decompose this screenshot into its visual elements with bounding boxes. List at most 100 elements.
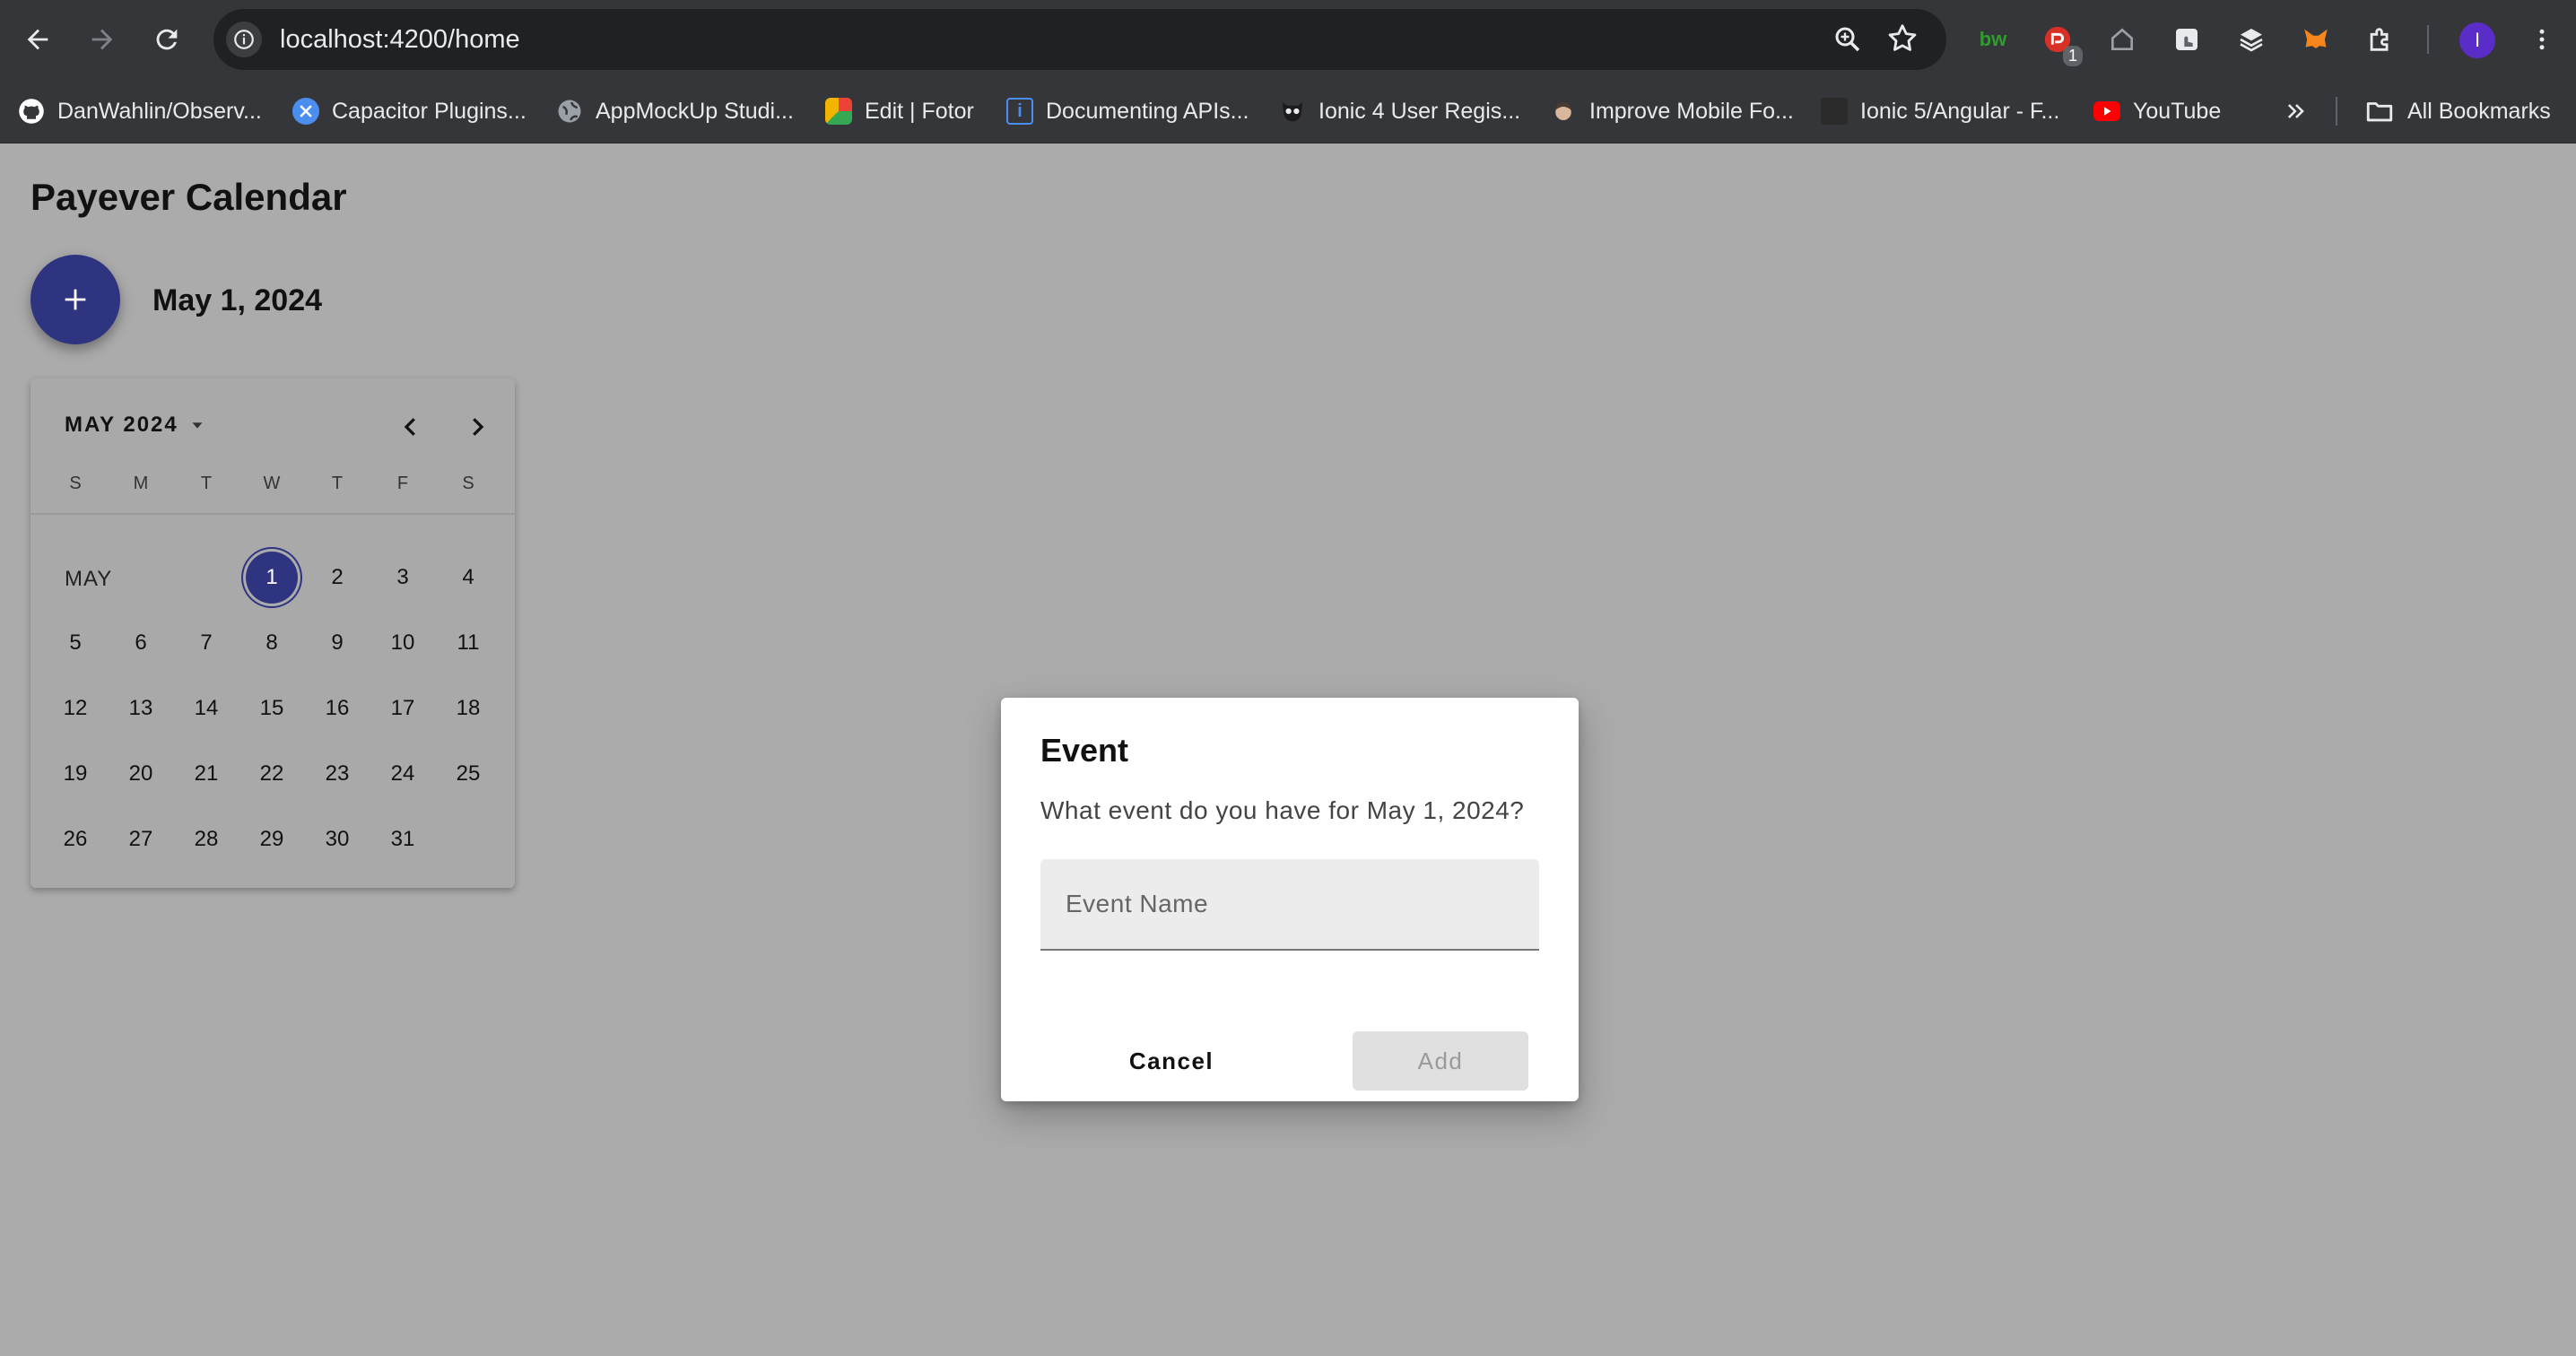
calendar-day[interactable]: 12 <box>47 680 104 737</box>
touch-extension-icon[interactable] <box>2167 20 2206 59</box>
forward-arrow-icon <box>91 29 113 50</box>
event-name-input[interactable] <box>1066 859 1514 949</box>
bitwarden-extension-icon[interactable]: bw <box>1973 20 2013 59</box>
calendar-day[interactable]: 6 <box>112 614 170 672</box>
dialog-title: Event <box>1040 732 1129 769</box>
profile-avatar[interactable]: I <box>2459 22 2495 58</box>
calendar-divider <box>30 513 515 515</box>
bookmark-item[interactable]: Capacitor Plugins... <box>292 79 527 143</box>
calendar-day[interactable]: 8 <box>243 614 300 672</box>
calendar-day[interactable]: 27 <box>112 811 170 868</box>
all-bookmarks-button[interactable]: All Bookmarks <box>2364 79 2551 143</box>
browser-toolbar: localhost:4200/home bw 1 I <box>0 0 2576 79</box>
stack-extension-icon[interactable] <box>2232 20 2271 59</box>
all-bookmarks-label: All Bookmarks <box>2407 98 2551 124</box>
globe-icon <box>556 98 583 125</box>
app-page: Payever Calendar May 1, 2024 MAY 2024 SM… <box>0 143 2576 1356</box>
youtube-icon <box>2093 101 2120 121</box>
bookmark-label: Ionic 5/Angular - F... <box>1860 98 2060 124</box>
bookmark-item[interactable]: YouTube <box>2093 79 2221 143</box>
cancel-button[interactable]: Cancel <box>1062 1031 1281 1091</box>
bookmark-item[interactable]: Ionic 5/Angular - F... <box>1821 79 2059 143</box>
reload-icon <box>156 29 178 50</box>
extensions-puzzle-icon[interactable] <box>2361 20 2400 59</box>
calendar-day[interactable]: 16 <box>309 680 366 737</box>
calendar-day[interactable]: 23 <box>309 745 366 803</box>
calendar-day[interactable]: 14 <box>178 680 235 737</box>
bookmark-label: YouTube <box>2133 98 2222 124</box>
calendar-day[interactable]: 24 <box>374 745 431 803</box>
browser-menu-icon[interactable] <box>2522 20 2562 59</box>
home-extension-icon[interactable] <box>2102 20 2142 59</box>
calendar-day[interactable]: 21 <box>178 745 235 803</box>
calendar-day[interactable]: 10 <box>374 614 431 672</box>
bookmark-item[interactable]: DanWahlin/Observ... <box>18 79 262 143</box>
metamask-extension-icon[interactable] <box>2296 20 2336 59</box>
bookmarks-divider <box>2336 97 2337 126</box>
zoom-icon[interactable] <box>1832 23 1864 60</box>
calendar-day[interactable]: 15 <box>243 680 300 737</box>
bookmark-item[interactable]: i Documenting APIs... <box>1006 79 1249 143</box>
calendar-day-selected[interactable]: 1 <box>246 552 298 604</box>
url-text[interactable]: localhost:4200/home <box>280 9 520 70</box>
weekday-header-row: SMTWTFS <box>30 474 515 500</box>
next-month-button[interactable] <box>456 405 499 448</box>
owl-icon <box>1279 98 1306 125</box>
calendar-day[interactable]: 30 <box>309 811 366 868</box>
calendar-day[interactable]: 25 <box>439 745 497 803</box>
calendar-day[interactable]: 7 <box>178 614 235 672</box>
page-title: Payever Calendar <box>30 176 347 218</box>
calendar-day[interactable]: 19 <box>47 745 104 803</box>
previous-month-button[interactable] <box>389 405 432 448</box>
calendar-day[interactable]: 13 <box>112 680 170 737</box>
calendar-day[interactable]: 28 <box>178 811 235 868</box>
back-arrow-icon <box>27 29 48 50</box>
folder-icon <box>2366 102 2393 122</box>
bookmark-item[interactable]: Improve Mobile Fo... <box>1550 79 1794 143</box>
address-bar[interactable]: localhost:4200/home <box>213 9 1946 70</box>
bookmark-label: DanWahlin/Observ... <box>57 98 262 124</box>
calendar-day[interactable]: 31 <box>374 811 431 868</box>
extension-badge: 1 <box>2062 46 2083 66</box>
calendar-day[interactable]: 9 <box>309 614 366 672</box>
month-year-label: MAY 2024 <box>65 413 178 437</box>
month-year-selector[interactable]: MAY 2024 <box>65 413 207 438</box>
add-event-button[interactable] <box>30 255 120 344</box>
bookmark-star-icon[interactable] <box>1885 22 1919 60</box>
calendar-day[interactable]: 4 <box>439 549 497 606</box>
calendar-day[interactable]: 5 <box>47 614 104 672</box>
face-icon <box>1550 98 1577 125</box>
weekday-label: T <box>331 474 344 493</box>
bookmark-item[interactable]: AppMockUp Studi... <box>556 79 794 143</box>
calendar-day[interactable]: 22 <box>243 745 300 803</box>
weekday-label: F <box>396 474 409 493</box>
calendar-card: MAY 2024 SMTWTFS MAY 1 2 3 4 5 6 7 8 9 10 11 12 13 14… <box>30 378 515 888</box>
calendar-day[interactable]: 2 <box>309 549 366 606</box>
weekday-label: S <box>462 474 474 493</box>
chevron-right-icon <box>473 418 484 436</box>
bookmark-item[interactable]: Edit | Fotor <box>825 79 974 143</box>
calendar-day[interactable]: 26 <box>47 811 104 868</box>
caret-down-icon <box>192 422 203 429</box>
site-info-icon[interactable] <box>226 22 262 57</box>
event-name-field[interactable] <box>1040 859 1539 951</box>
calendar-day[interactable]: 20 <box>112 745 170 803</box>
back-button[interactable] <box>14 16 61 63</box>
bookmark-item[interactable]: Ionic 4 User Regis... <box>1279 79 1520 143</box>
calendar-day[interactable]: 11 <box>439 614 497 672</box>
toolbar-divider <box>2427 25 2429 54</box>
weekday-label: W <box>263 474 281 493</box>
calendar-day[interactable]: 29 <box>243 811 300 868</box>
add-button[interactable]: Add <box>1353 1031 1528 1091</box>
more-bookmarks-button[interactable] <box>2284 79 2309 143</box>
weekday-label: M <box>133 474 149 493</box>
dark-icon <box>1821 98 1848 125</box>
calendar-day[interactable]: 17 <box>374 680 431 737</box>
calendar-day[interactable]: 18 <box>439 680 497 737</box>
reload-button[interactable] <box>144 16 190 63</box>
forward-button[interactable] <box>79 16 126 63</box>
calendar-day[interactable]: 3 <box>374 549 431 606</box>
bookmarks-bar: DanWahlin/Observ... Capacitor Plugins...… <box>0 79 2576 143</box>
red-extension-icon[interactable]: 1 <box>2038 20 2083 66</box>
chevron-left-icon <box>404 418 415 436</box>
